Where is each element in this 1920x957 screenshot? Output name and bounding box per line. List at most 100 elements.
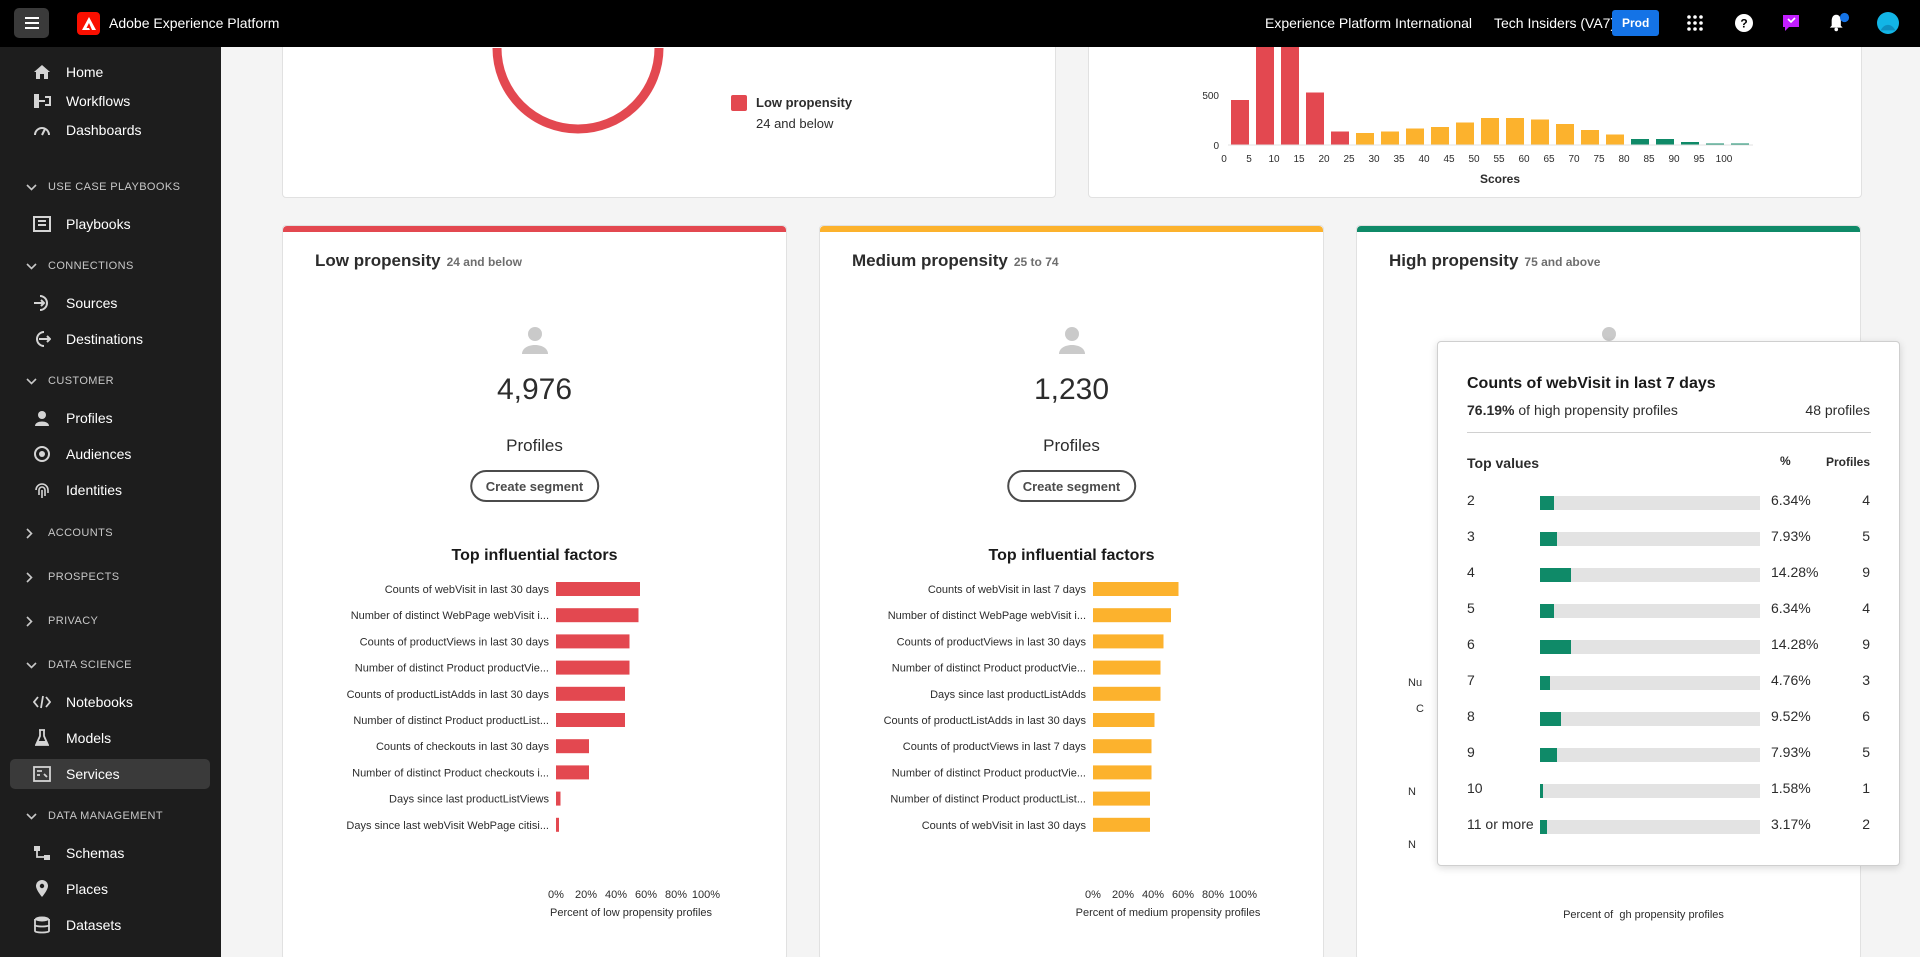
top-value-row: 6 14.28% 9 xyxy=(1438,636,1899,656)
x-axis-label: Scores xyxy=(1480,172,1520,186)
col-header-top-values: Top values xyxy=(1467,455,1540,471)
factor-label: Counts of webVisit in last 30 days xyxy=(922,820,1087,832)
x-tick-label: 60 xyxy=(1518,154,1530,165)
panel-color-bar xyxy=(1357,226,1860,232)
section-customer[interactable]: CUSTOMER xyxy=(26,375,114,387)
factor-label: Counts of productViews in last 7 days xyxy=(903,741,1087,753)
x-tick-label: 80 xyxy=(1618,154,1630,165)
chevron-right-icon xyxy=(26,571,38,583)
factor-bar xyxy=(556,686,625,701)
factor-bar xyxy=(1093,739,1152,754)
sidebar-item-label: Notebooks xyxy=(66,694,133,710)
sidebar-item-playbooks[interactable]: Playbooks xyxy=(10,209,210,239)
top-bar: Adobe Experience Platform Experience Pla… xyxy=(0,0,1920,47)
x-tick-label: 80% xyxy=(665,889,687,901)
notifications-icon[interactable] xyxy=(1828,12,1850,34)
x-axis-label: Percent of low propensity profiles xyxy=(550,907,713,919)
section-connections[interactable]: CONNECTIONS xyxy=(26,260,134,272)
section-data-science[interactable]: DATA SCIENCE xyxy=(26,659,132,671)
app-name[interactable]: Adobe Experience Platform xyxy=(109,15,279,31)
sidebar-item-profiles[interactable]: Profiles xyxy=(10,403,210,433)
adobe-logo-icon[interactable] xyxy=(77,12,100,35)
section-data-management[interactable]: DATA MANAGEMENT xyxy=(26,810,163,822)
sidebar-item-identities[interactable]: Identities xyxy=(10,475,210,505)
section-privacy[interactable]: PRIVACY xyxy=(26,615,98,627)
section-accounts[interactable]: ACCOUNTS xyxy=(26,527,113,539)
histogram-bar xyxy=(1331,131,1349,145)
histogram-bar xyxy=(1581,130,1599,145)
top-value-label: 11 or more xyxy=(1467,816,1534,832)
value-bar-track xyxy=(1540,712,1760,726)
audience-icon xyxy=(32,444,52,464)
value-bar-fill xyxy=(1540,496,1554,510)
sidebar-item-audiences[interactable]: Audiences xyxy=(10,439,210,469)
propensity-donut-card: Low propensity 24 and below xyxy=(282,47,1056,198)
sandbox-switcher[interactable]: Tech Insiders (VA7) xyxy=(1494,15,1615,31)
value-bar-track xyxy=(1540,676,1760,690)
factor-bar xyxy=(556,817,559,832)
avatar[interactable] xyxy=(1877,12,1899,34)
apps-grid-icon[interactable] xyxy=(1684,12,1706,34)
sidebar-item-datasets[interactable]: Datasets xyxy=(10,910,210,940)
factor-bar xyxy=(556,765,589,780)
sidebar-item-label: Destinations xyxy=(66,331,144,347)
factor-label: Number of distinct Product productVie... xyxy=(892,663,1086,675)
top-value-label: 10 xyxy=(1467,780,1483,796)
sidebar-item-dashboards[interactable]: Dashboards xyxy=(10,115,210,145)
sidebar-item-sources[interactable]: Sources xyxy=(10,288,210,318)
value-profiles: 3 xyxy=(1862,672,1870,688)
chevron-down-icon xyxy=(26,812,38,820)
factor-bar xyxy=(1093,660,1161,675)
factor-label: Counts of webVisit in last 30 days xyxy=(385,584,550,596)
popover-subtitle: 76.19% of high propensity profiles xyxy=(1467,402,1678,418)
legend-range: 24 and below xyxy=(756,116,834,131)
value-percent: 14.28% xyxy=(1771,564,1819,580)
sidebar-item-models[interactable]: Models xyxy=(10,723,210,753)
top-value-row: 9 7.93% 5 xyxy=(1438,744,1899,764)
env-badge[interactable]: Prod xyxy=(1612,10,1660,36)
factor-bar xyxy=(1093,791,1150,806)
factor-bar xyxy=(1093,686,1161,701)
sidebar-item-notebooks[interactable]: Notebooks xyxy=(10,687,210,717)
top-value-row: 11 or more 3.17% 2 xyxy=(1438,816,1899,836)
sidebar-item-label: Home xyxy=(66,64,104,80)
value-bar-track xyxy=(1540,748,1760,762)
factor-bar xyxy=(556,660,630,675)
factor-label: Number of distinct Product productList..… xyxy=(353,715,549,727)
value-profiles: 2 xyxy=(1862,816,1870,832)
x-tick-label: 65 xyxy=(1543,154,1555,165)
section-prospects[interactable]: PROSPECTS xyxy=(26,571,119,583)
help-icon[interactable]: ? xyxy=(1733,12,1755,34)
top-value-row: 3 7.93% 5 xyxy=(1438,528,1899,548)
sidebar-item-schemas[interactable]: Schemas xyxy=(10,838,210,868)
menu-icon[interactable] xyxy=(14,8,49,38)
sidebar-item-label: Sources xyxy=(66,295,118,311)
feedback-icon[interactable] xyxy=(1780,12,1802,34)
factor-label: Number of distinct Product productVie... xyxy=(892,767,1086,779)
top-value-label: 9 xyxy=(1467,744,1475,760)
factor-detail-popover[interactable]: Counts of webVisit in last 7 days 76.19%… xyxy=(1437,341,1900,866)
x-tick-label: 85 xyxy=(1643,154,1655,165)
histogram-bar xyxy=(1506,118,1524,145)
sidebar-item-services[interactable]: Services xyxy=(10,759,210,789)
sidebar-item-destinations[interactable]: Destinations xyxy=(10,324,210,354)
x-tick-label: 0% xyxy=(548,889,564,901)
medium-propensity-panel: Medium propensity 25 to 74 1,230 Profiles… xyxy=(819,225,1324,957)
org-switcher[interactable]: Experience Platform International xyxy=(1265,15,1472,31)
factor-bar xyxy=(1093,765,1152,780)
pin-icon xyxy=(32,879,52,899)
section-use-case-playbooks[interactable]: USE CASE PLAYBOOKS xyxy=(26,181,180,193)
histogram-bar xyxy=(1631,139,1649,145)
sidebar-item-places[interactable]: Places xyxy=(10,874,210,904)
top-value-row: 5 6.34% 4 xyxy=(1438,600,1899,620)
value-bar-track xyxy=(1540,784,1760,798)
histogram-bar xyxy=(1381,131,1399,145)
obscured-label: N xyxy=(1408,839,1416,851)
factors-chart: Counts of webVisit in last 30 days Number… xyxy=(346,582,720,919)
x-tick-label: 0% xyxy=(1085,889,1101,901)
x-tick-label: 50 xyxy=(1468,154,1480,165)
sidebar-item-home[interactable]: Home xyxy=(10,57,210,87)
value-profiles: 6 xyxy=(1862,708,1870,724)
sidebar-item-workflows[interactable]: Workflows xyxy=(10,86,210,116)
obscured-label: Nu xyxy=(1408,677,1423,689)
